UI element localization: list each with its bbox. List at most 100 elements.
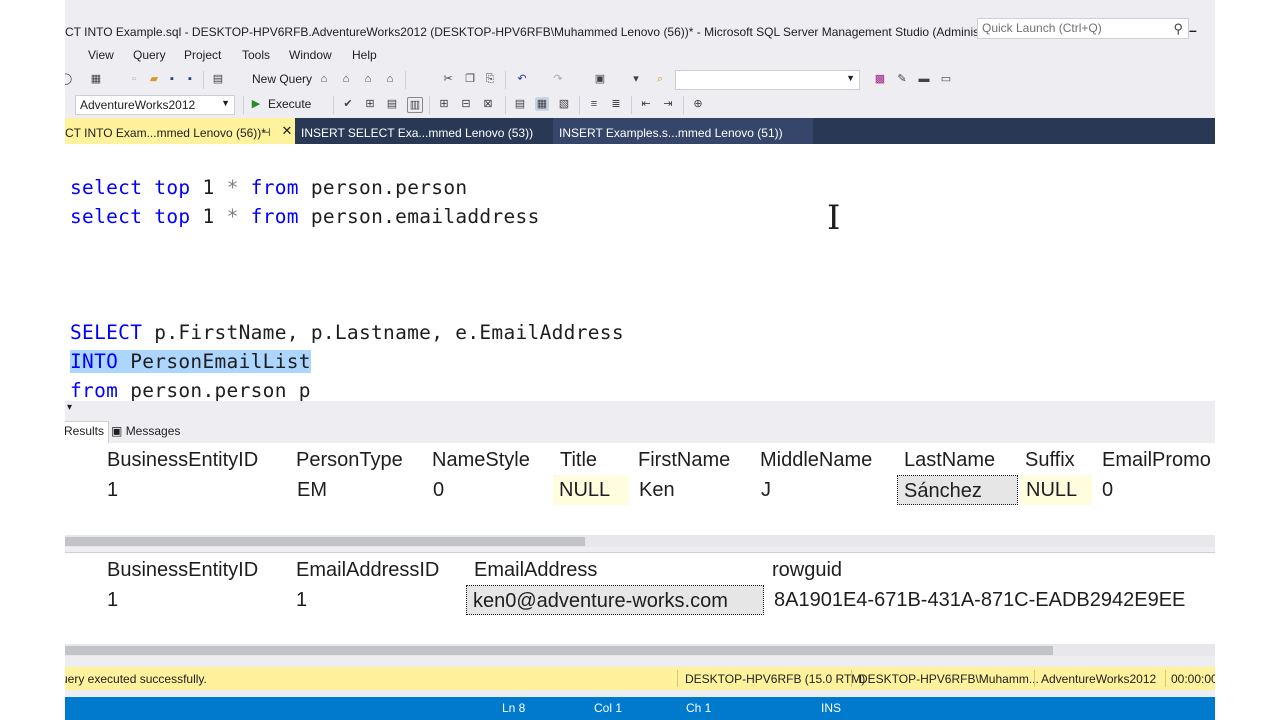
scrollbar-thumb[interactable] (65, 646, 1053, 655)
tab-select-into-example[interactable]: CT INTO Exam...mmed Lenovo (56))* ⊣ (65, 118, 295, 144)
grid-cell[interactable]: 0 (427, 475, 450, 505)
grid-cell[interactable]: 1 (101, 475, 124, 505)
paste-icon[interactable]: ⎘ (483, 72, 497, 86)
find-icon[interactable]: ⌕ (653, 72, 667, 86)
grid-cell[interactable]: Ken (633, 475, 681, 505)
dax-query-icon[interactable]: ⌂ (383, 72, 397, 86)
new-query-icon[interactable]: ▤ (211, 72, 225, 86)
scrollbar-thumb[interactable] (65, 537, 585, 546)
save-all-icon[interactable]: ▪ (183, 72, 197, 86)
tab-results[interactable]: Results (65, 421, 110, 444)
zoom-dropdown[interactable]: ▾ (67, 402, 72, 413)
execute-button[interactable]: Execute (268, 97, 311, 111)
include-plan-icon[interactable]: ⊞ (437, 97, 451, 111)
dropdown-icon[interactable]: ▾ (629, 72, 643, 86)
tab-insert-select-example[interactable]: INSERT SELECT Exa...mmed Lenovo (53)) (295, 118, 545, 144)
code-line-1: select top 1 * from person.person (70, 176, 468, 199)
estimated-plan-icon[interactable]: ⊞ (363, 97, 377, 111)
tab-messages[interactable]: ▣ Messages (107, 422, 184, 440)
grid-header[interactable]: NameStyle (426, 445, 536, 475)
open-file-icon[interactable]: ▰ (147, 72, 161, 86)
grid-header[interactable]: EmailPromo (1096, 445, 1215, 475)
grid-cell-selected[interactable]: Sánchez (897, 475, 1018, 505)
back-icon[interactable]: ◯ (65, 72, 73, 86)
solution-explorer-icon[interactable]: ▩ (873, 72, 887, 86)
find-combobox[interactable]: ▼ (675, 70, 860, 90)
grid-header[interactable]: PersonType (290, 445, 409, 475)
xmla-query-icon[interactable]: ⌂ (361, 72, 375, 86)
line-number: Ln 8 (502, 701, 526, 715)
increase-indent-icon[interactable]: ⇥ (661, 97, 675, 111)
live-stats-icon[interactable]: ⊟ (459, 97, 473, 111)
parse-icon[interactable]: ✔ (341, 97, 355, 111)
new-project-icon[interactable]: ▦ (89, 72, 103, 86)
status-server: DESKTOP-HPV6RFB (15.0 RTM) (685, 672, 866, 686)
results-to-text-mode-icon[interactable]: ▤ (513, 97, 527, 111)
grid-header[interactable]: rowguid (766, 555, 848, 585)
grid-cell-null[interactable]: NULL (1020, 475, 1092, 505)
query-editor[interactable]: select top 1 * from person.person select… (65, 144, 1215, 401)
redo-icon[interactable]: ↷ (551, 72, 565, 86)
editor-results-splitter[interactable] (65, 401, 1215, 417)
grid-cell-null[interactable]: NULL (553, 475, 629, 505)
grid-header[interactable]: BusinessEntityID (101, 445, 264, 475)
results-grid-2[interactable]: BusinessEntityID EmailAddressID EmailAdd… (65, 552, 1215, 645)
results-to-grid-icon[interactable]: ▦ (535, 97, 549, 111)
grid-header[interactable]: LastName (898, 445, 1001, 475)
specify-values-icon[interactable]: ⊕ (691, 97, 705, 111)
grid1-horizontal-scrollbar[interactable] (65, 535, 1215, 547)
grid-cell[interactable]: 1 (101, 585, 124, 615)
database-selector[interactable]: AdventureWorks2012 ▼ (75, 95, 235, 115)
quick-launch-input[interactable]: Quick Launch (Ctrl+Q) ⚲ (977, 18, 1189, 39)
grid-header[interactable]: EmailAddress (468, 555, 603, 585)
properties-icon[interactable]: ✎ (895, 72, 909, 86)
grid-cell[interactable]: 1 (290, 585, 313, 615)
undo-icon[interactable]: ↶ (515, 72, 529, 86)
view-icon[interactable]: ▣ (593, 72, 607, 86)
standard-toolbar: ◯ ▦ ▫ ▰ ▪ ▪ ▤ New Query ⌂ ⌂ ⌂ ⌂ ✂ ❐ ⎘ ↶ … (65, 68, 1215, 92)
comment-icon[interactable]: ≡ (587, 97, 601, 111)
grid-cell[interactable]: 0 (1096, 475, 1119, 505)
minimize-button[interactable]: – (1189, 22, 1197, 38)
results-to-file-icon[interactable]: ▧ (557, 97, 571, 111)
results-grid-1[interactable]: BusinessEntityID PersonType NameStyle Ti… (65, 443, 1215, 536)
grid-cell[interactable]: EM (291, 475, 333, 505)
grid-cell-selected[interactable]: ken0@adventure-works.com (466, 585, 764, 615)
menu-window[interactable]: Window (289, 48, 332, 62)
execute-icon[interactable]: ▶ (249, 97, 263, 111)
cut-icon[interactable]: ✂ (441, 72, 455, 86)
toolbox-icon[interactable]: ▬ (917, 72, 931, 86)
status-message: uery executed successfully. (65, 672, 207, 686)
save-icon[interactable]: ▪ (165, 72, 179, 86)
decrease-indent-icon[interactable]: ⇤ (639, 97, 653, 111)
search-icon[interactable]: ⚲ (1173, 21, 1183, 37)
grid2-horizontal-scrollbar[interactable] (65, 644, 1215, 656)
dmx-query-icon[interactable]: ⌂ (339, 72, 353, 86)
menu-query[interactable]: Query (133, 48, 166, 62)
new-query-button[interactable]: New Query (252, 72, 312, 86)
client-stats-icon[interactable]: ⊠ (481, 97, 495, 111)
menu-project[interactable]: Project (184, 48, 221, 62)
grid-header[interactable]: BusinessEntityID (101, 555, 264, 585)
add-item-icon[interactable]: ▫ (127, 72, 141, 86)
grid-cell[interactable]: 8A1901E4-671B-431A-871C-EADB2942E9EE (768, 585, 1191, 615)
mdx-query-icon[interactable]: ⌂ (317, 72, 331, 86)
grid-header[interactable]: Suffix (1019, 445, 1081, 475)
menu-tools[interactable]: Tools (242, 48, 270, 62)
copy-icon[interactable]: ❐ (463, 72, 477, 86)
uncomment-icon[interactable]: ≣ (609, 97, 623, 111)
quick-launch-placeholder: Quick Launch (Ctrl+Q) (982, 21, 1102, 35)
tab-insert-examples[interactable]: INSERT Examples.s...mmed Lenovo (51)) (553, 118, 813, 144)
messages-icon: ▣ (111, 424, 123, 438)
grid-header[interactable]: EmailAddressID (290, 555, 445, 585)
grid-header[interactable]: Title (554, 445, 603, 475)
menu-view[interactable]: View (88, 48, 114, 62)
query-options-icon[interactable]: ▤ (385, 97, 399, 111)
grid-header[interactable]: FirstName (632, 445, 736, 475)
grid-header[interactable]: MiddleName (754, 445, 878, 475)
grid-cell[interactable]: J (755, 475, 777, 505)
menu-help[interactable]: Help (352, 48, 377, 62)
command-window-icon[interactable]: ▭ (939, 72, 953, 86)
results-to-text-icon[interactable]: ▥ (407, 97, 423, 113)
close-icon[interactable]: ✕ (279, 123, 295, 143)
